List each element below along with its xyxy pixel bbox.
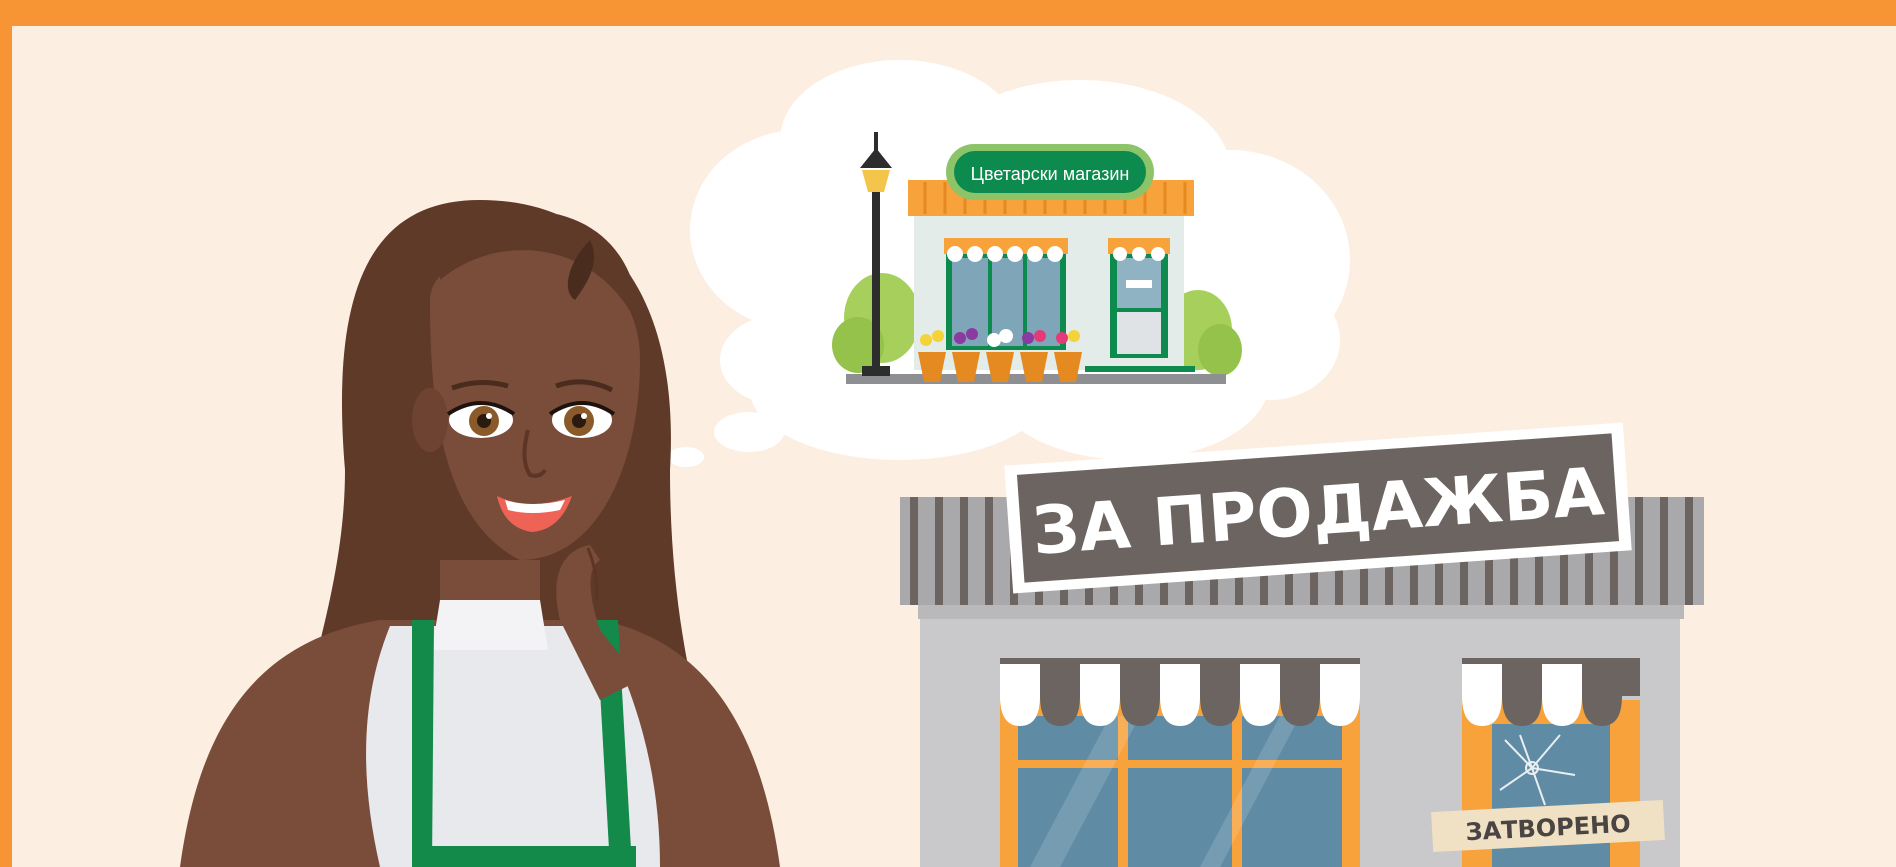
shop-sign-text: Цветарски магазин [971,164,1130,184]
apron-top [418,846,636,867]
illustration-scene: Цветарски магазин ЗАТВОРЕНО ЗА ПРОДАЖБА [0,0,1896,867]
thought-bubble-dot-large [714,412,784,452]
window-awning [1000,658,1360,726]
thought-bubble-dot-small [668,447,704,467]
apron-strap-left [412,620,434,867]
scene-artwork: Цветарски магазин ЗАТВОРЕНО ЗА ПРОДАЖБА [0,0,1896,867]
door-awning [1462,658,1640,726]
